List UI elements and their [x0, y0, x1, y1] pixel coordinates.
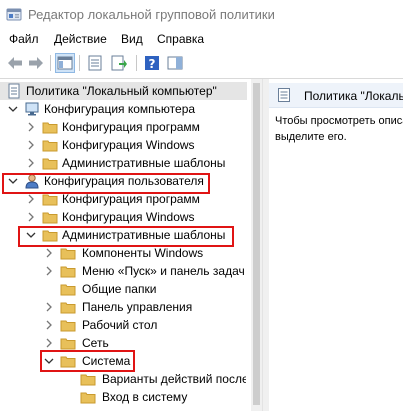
help-icon[interactable]: ?: [143, 54, 161, 72]
group-policy-app-icon: [6, 8, 22, 21]
tree-node-local-computer-policy[interactable]: Политика "Локальный компьютер": [4, 82, 244, 100]
back-arrow-icon[interactable]: [6, 54, 24, 72]
chevron-right-icon[interactable]: [26, 122, 36, 132]
highlight-administrative-templates: [18, 226, 234, 247]
forward-arrow-icon[interactable]: [27, 54, 45, 72]
tree-node-shared-folders[interactable]: Общие папки: [40, 280, 245, 298]
folder-icon: [60, 320, 76, 332]
tree-node-cc-administrative-templates[interactable]: Административные шаблоны: [22, 154, 242, 172]
computer-icon: [25, 102, 39, 116]
chevron-right-icon[interactable]: [44, 266, 54, 276]
folder-icon: [42, 140, 58, 152]
highlight-system: [40, 350, 135, 372]
chevron-right-icon[interactable]: [26, 212, 36, 222]
folder-icon: [42, 158, 58, 170]
details-header-title: Политика "Локальный: [304, 89, 403, 103]
folder-icon: [60, 266, 76, 278]
tree-node-label: Общие папки: [82, 282, 157, 296]
folder-icon: [80, 374, 96, 386]
tree-node-uc-windows-settings[interactable]: Конфигурация Windows: [22, 208, 242, 226]
show-hide-pane-icon[interactable]: [166, 54, 184, 72]
pane-splitter[interactable]: [262, 79, 269, 411]
tree-node-label: Рабочий стол: [82, 318, 158, 332]
menu-help[interactable]: Справка: [157, 32, 204, 46]
tree-node-label: Конфигурация компьютера: [44, 102, 196, 116]
folder-icon: [60, 302, 76, 314]
toolbar-separator: [79, 55, 80, 71]
folder-icon: [60, 248, 76, 260]
properties-icon[interactable]: [86, 54, 104, 72]
export-list-icon[interactable]: [110, 54, 128, 72]
folder-icon: [42, 212, 58, 224]
highlight-user-configuration: [2, 173, 210, 194]
chevron-right-icon[interactable]: [26, 140, 36, 150]
details-description-line: выделите его.: [275, 131, 347, 143]
tree-node-cc-software-settings[interactable]: Конфигурация программ: [22, 118, 242, 136]
policy-document-icon: [8, 83, 20, 99]
tree-node-label: Компоненты Windows: [82, 246, 204, 260]
toolbar: ?: [0, 50, 403, 79]
title-bar: Редактор локальной групповой политики: [0, 0, 403, 30]
tree-node-label: Административные шаблоны: [62, 156, 226, 170]
folder-icon: [42, 122, 58, 134]
tree-node-ctrl-alt-del-options[interactable]: Варианты действий после: [58, 370, 246, 388]
tree-scrollbar-thumb[interactable]: [253, 83, 260, 405]
tree-node-control-panel[interactable]: Панель управления: [40, 298, 245, 316]
svg-text:?: ?: [149, 57, 156, 71]
window-title: Редактор локальной групповой политики: [28, 7, 275, 22]
tree-node-computer-configuration[interactable]: Конфигурация компьютера: [4, 100, 244, 118]
toolbar-separator: [136, 55, 137, 71]
details-description: Чтобы просмотреть описа выделите его.: [275, 113, 403, 145]
toolbar-separator: [50, 55, 51, 71]
tree-node-label: Политика "Локальный компьютер": [26, 84, 217, 98]
folder-icon: [80, 392, 96, 404]
tree-node-cc-windows-settings[interactable]: Конфигурация Windows: [22, 136, 242, 154]
chevron-right-icon[interactable]: [44, 302, 54, 312]
tree-node-label: Вход в систему: [102, 390, 188, 404]
menu-file[interactable]: Файл: [9, 32, 39, 46]
tree-node-label: Конфигурация Windows: [62, 210, 195, 224]
tree-node-logon[interactable]: Вход в систему: [58, 388, 246, 406]
menu-view[interactable]: Вид: [121, 32, 143, 46]
tree-node-label: Сеть: [82, 336, 109, 350]
tree-node-label: Конфигурация программ: [62, 120, 200, 134]
tree-node-label: Варианты действий после: [102, 372, 246, 386]
details-description-line: Чтобы просмотреть описа: [275, 115, 403, 127]
tree-node-label: Панель управления: [82, 300, 193, 314]
tree-node-label: Конфигурация Windows: [62, 138, 195, 152]
menu-action[interactable]: Действие: [54, 32, 107, 46]
menu-bar: Файл Действие Вид Справка: [0, 30, 403, 50]
chevron-right-icon[interactable]: [44, 338, 54, 348]
tree-node-label: Меню «Пуск» и панель задач: [82, 264, 245, 278]
details-header: Политика "Локальный: [269, 83, 403, 108]
tree-node-desktop[interactable]: Рабочий стол: [40, 316, 245, 334]
details-pane: Политика "Локальный Чтобы просмотреть оп…: [269, 79, 403, 411]
chevron-down-icon[interactable]: [8, 104, 18, 114]
folder-icon: [60, 284, 76, 296]
tree-node-label: Конфигурация программ: [62, 192, 200, 206]
chevron-right-icon[interactable]: [26, 194, 36, 204]
console-tree-icon[interactable]: [55, 53, 75, 73]
policy-document-icon: [278, 88, 290, 102]
chevron-right-icon[interactable]: [26, 158, 36, 168]
chevron-right-icon[interactable]: [44, 320, 54, 330]
folder-icon: [60, 338, 76, 350]
chevron-right-icon[interactable]: [44, 248, 54, 258]
tree-node-start-menu-taskbar[interactable]: Меню «Пуск» и панель задач: [40, 262, 245, 280]
